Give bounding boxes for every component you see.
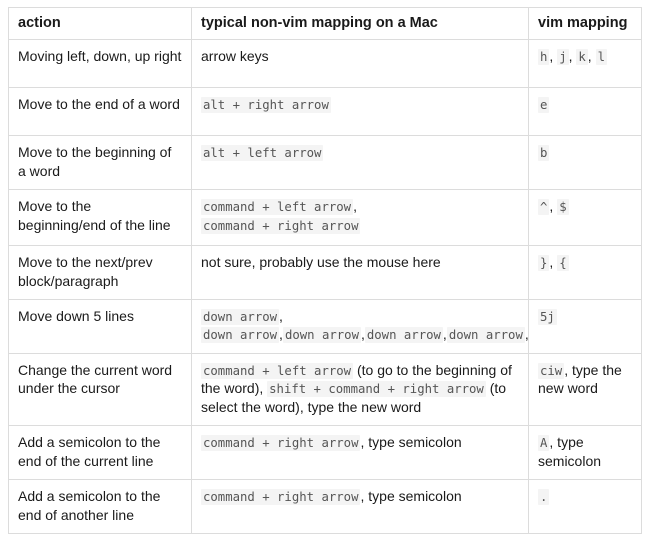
code-token: down arrow [282,327,361,344]
code-token: . [538,489,550,506]
cell-vim-mapping: A, type semicolon [528,425,642,481]
cell-mac-mapping: down arrow, down arrow, down arrow, down a… [191,299,529,354]
code-token: down arrow [446,327,525,344]
code-token: j [557,49,569,66]
cell-action: Add a semicolon to the end of the curren… [8,425,192,481]
code-token: command + right arrow [201,435,361,452]
cell-action: Add a semicolon to the end of another li… [8,479,192,534]
table-row: Moving left, down, up right arrow keys h, … [8,39,642,89]
code-token: { [557,255,569,272]
cell-action: Move to the next/prev block/paragraph [8,245,192,300]
text-fragment: , [587,48,596,65]
cell-action: Change the current word under the cursor [8,352,192,427]
cell-action: Moving left, down, up right [8,39,192,89]
text-fragment: , type semicolon [360,434,462,451]
code-token: b [538,145,550,162]
code-token: down arrow [364,327,443,344]
table-row: Add a semicolon to the end of another li… [8,479,642,534]
cell-mac-mapping: command + left arrow (to go to the begin… [191,352,529,427]
cell-vim-mapping: 5j [528,299,642,354]
code-token: A [538,435,550,452]
code-token: k [576,49,588,66]
cell-mac-mapping: alt + left arrow [191,135,529,191]
table-row: Add a semicolon to the end of the curren… [8,425,642,481]
cell-action: Move to the beginning of a word [8,135,192,191]
cell-mac-mapping: arrow keys [191,39,529,89]
code-token: ciw [538,362,565,379]
text-fragment: , [279,308,283,324]
cell-action: Move to the end of a word [8,87,192,137]
cell-vim-mapping: }, { [528,245,642,300]
cell-vim-mapping: b [528,135,642,191]
code-token: shift + command + right arrow [267,381,486,398]
code-token: down arrow [201,327,280,344]
code-token: l [595,49,607,66]
cell-vim-mapping: h, j, k, l [528,39,642,89]
cell-vim-mapping: e [528,87,642,137]
text-fragment: not sure, probably use the mouse here [201,254,441,271]
text-fragment: , type semicolon [360,488,462,505]
cell-action: Move to the beginning/end of the line [8,189,192,247]
table-header-row: action typical non-vim mapping on a Mac … [8,6,642,41]
cell-mac-mapping: command + left arrow, command + right ar… [191,189,529,247]
text-fragment: , [353,198,357,215]
code-token: 5j [538,309,557,325]
code-token: ^ [538,199,550,216]
cell-mac-mapping: alt + right arrow [191,87,529,137]
column-header-vim: vim mapping [528,6,642,41]
table-row: Move to the beginning of a word alt + lef… [8,135,642,191]
page-root: action typical non-vim mapping on a Mac … [0,0,652,534]
table-body: Moving left, down, up right arrow keys h, … [8,39,642,534]
column-header-action: action [8,6,192,41]
code-token: alt + left arrow [201,145,324,162]
code-token: down arrow [201,309,280,325]
cell-action: Move down 5 lines [8,299,192,354]
cell-mac-mapping: command + right arrow, type semicolon [191,479,529,534]
table-row: Change the current word under the cursor… [8,352,642,427]
code-token: } [538,255,550,272]
table-row: Move to the beginning/end of the line com… [8,189,642,247]
table-row: Move to the end of a word alt + right arr… [8,87,642,137]
column-header-mapping: typical non-vim mapping on a Mac [191,6,529,41]
text-fragment: , [524,326,529,343]
code-token: command + right arrow [201,489,361,506]
keymap-table: action typical non-vim mapping on a Mac … [8,6,642,534]
code-token: $ [557,199,569,216]
code-token: e [538,97,550,114]
cell-vim-mapping: . [528,479,642,534]
code-token: command + left arrow [201,362,354,379]
table-row: Move down 5 lines down arrow, down arrow,… [8,299,642,354]
cell-mac-mapping: command + right arrow, type semicolon [191,425,529,481]
cell-mac-mapping: not sure, probably use the mouse here [191,245,529,300]
code-token: h [538,49,550,66]
table-header: action typical non-vim mapping on a Mac … [8,6,642,41]
code-token: command + left arrow [201,199,354,216]
cell-vim-mapping: ^, $ [528,189,642,247]
table-row: Move to the next/prev block/paragraph not… [8,245,642,300]
keymap-table-container: action typical non-vim mapping on a Mac … [8,6,642,534]
code-token: alt + right arrow [201,97,331,114]
code-token: command + right arrow [201,217,361,234]
text-fragment: arrow keys [201,48,269,65]
cell-vim-mapping: ciw, type the new word [528,352,642,427]
